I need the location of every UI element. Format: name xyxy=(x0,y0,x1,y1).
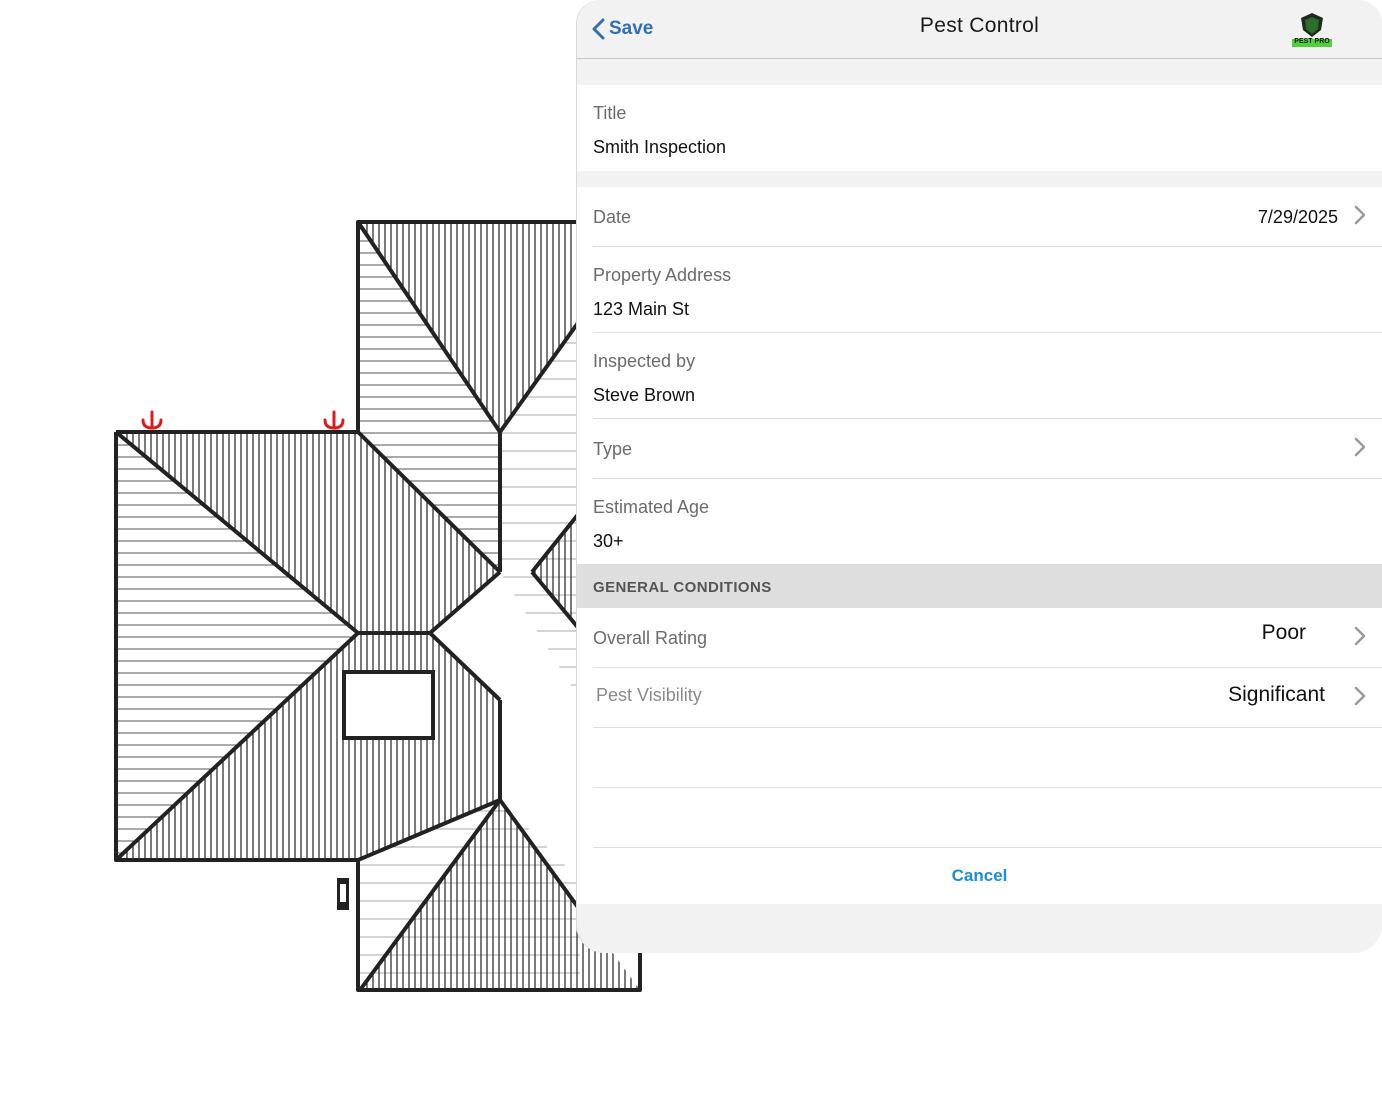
chevron-right-icon xyxy=(1354,205,1366,225)
date-label: Date xyxy=(593,207,632,227)
pest-visibility-row[interactable]: Pest Visibility Significant xyxy=(593,668,1382,728)
chevron-right-icon xyxy=(1354,626,1366,646)
page-title: Pest Control xyxy=(919,14,1040,37)
property-address-label: Property Address xyxy=(593,265,732,285)
overall-rating-value: Poor xyxy=(1261,621,1306,644)
overall-rating-label: Overall Rating xyxy=(593,628,708,648)
svg-text:PEST PRO: PEST PRO xyxy=(1294,38,1330,45)
chevron-right-icon xyxy=(1354,437,1366,457)
title-label: Title xyxy=(593,103,627,123)
inspected-by-value: Steve Brown xyxy=(593,385,696,405)
empty-row xyxy=(593,788,1382,848)
general-conditions-section: Overall Rating Poor Pest Visibility Sign… xyxy=(577,608,1382,858)
property-address-field[interactable]: Property Address 123 Main St xyxy=(593,247,1382,333)
pest-visibility-label: Pest Visibility xyxy=(596,685,702,705)
details-section: Date 7/29/2025 Property Address 123 Main… xyxy=(577,187,1382,564)
pest-pro-logo: PEST PRO xyxy=(1292,13,1332,47)
estimated-age-field[interactable]: Estimated Age 30+ xyxy=(593,479,1382,565)
estimated-age-label: Estimated Age xyxy=(593,497,710,517)
general-conditions-header-label: GENERAL CONDITIONS xyxy=(593,579,772,596)
type-row[interactable]: Type xyxy=(593,419,1382,479)
empty-row xyxy=(593,728,1382,788)
estimated-age-value: 30+ xyxy=(593,531,624,551)
navigation-bar: Save Pest Control PEST PRO xyxy=(577,0,1382,59)
title-value: Smith Inspection xyxy=(593,137,727,157)
date-row[interactable]: Date 7/29/2025 xyxy=(593,187,1382,247)
inspected-by-label: Inspected by xyxy=(593,351,696,371)
type-label: Type xyxy=(593,439,633,459)
red-marker-icon xyxy=(141,410,163,430)
chevron-right-icon xyxy=(1354,686,1366,706)
title-field[interactable]: Title Smith Inspection xyxy=(593,85,1382,170)
inspected-by-field[interactable]: Inspected by Steve Brown xyxy=(593,333,1382,419)
general-conditions-header: GENERAL CONDITIONS xyxy=(577,564,1382,608)
property-address-value: 123 Main St xyxy=(593,299,690,319)
overall-rating-row[interactable]: Overall Rating Poor xyxy=(593,608,1382,668)
skylight xyxy=(342,670,435,740)
date-value: 7/29/2025 xyxy=(1257,207,1338,227)
red-marker-icon xyxy=(323,410,345,430)
pest-control-form-panel: Save Pest Control PEST PRO Title Smith I… xyxy=(577,0,1382,953)
cancel-row: Cancel xyxy=(577,858,1382,904)
pest-visibility-value: Significant xyxy=(1228,683,1325,706)
title-section: Title Smith Inspection xyxy=(577,85,1382,171)
cancel-button[interactable]: Cancel xyxy=(952,866,1008,885)
